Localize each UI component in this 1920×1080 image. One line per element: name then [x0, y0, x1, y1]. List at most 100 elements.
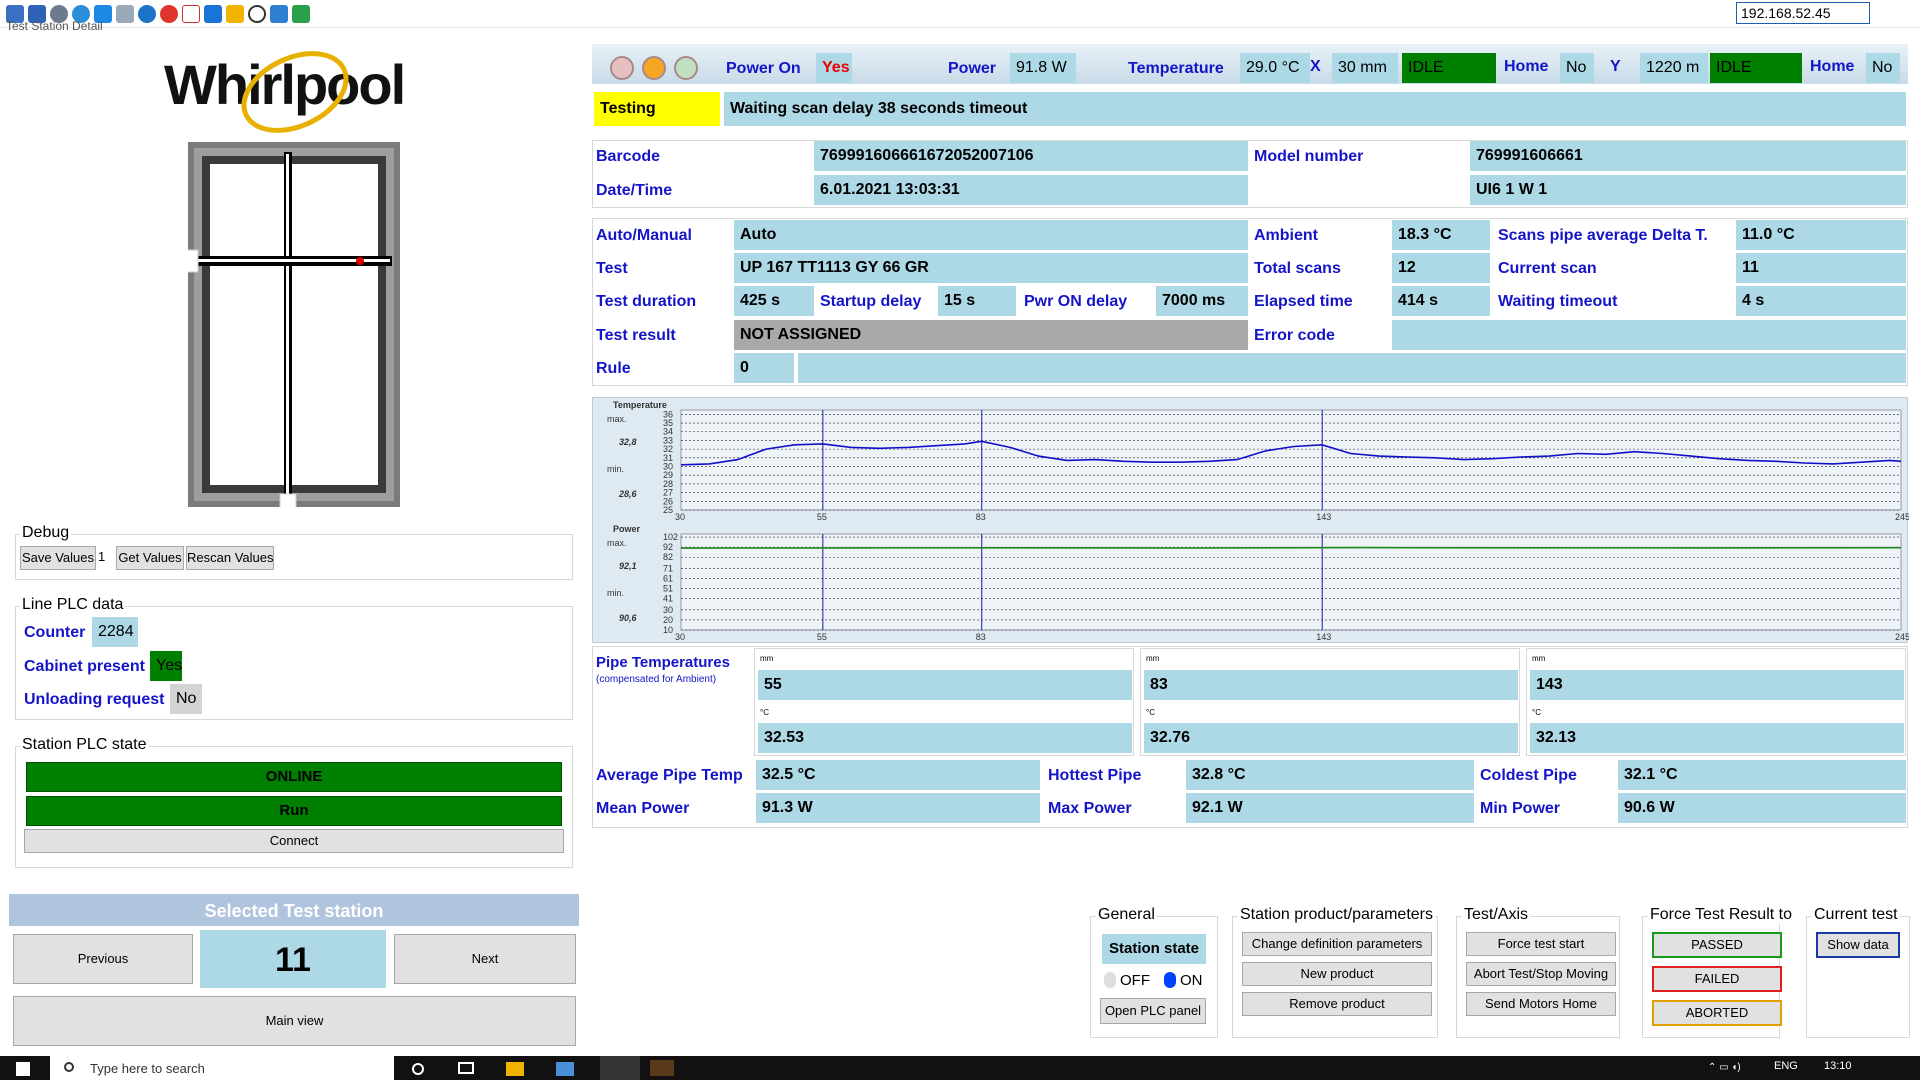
- language-indicator[interactable]: ENG: [1774, 1060, 1798, 1072]
- aborted-button[interactable]: ABORTED: [1652, 1000, 1782, 1026]
- off-radio-icon[interactable]: [1104, 972, 1116, 988]
- on-radio-icon[interactable]: [1164, 972, 1176, 988]
- total-scans-label: Total scans: [1254, 260, 1341, 277]
- passed-button[interactable]: PASSED: [1652, 932, 1782, 958]
- previous-button[interactable]: Previous: [13, 934, 193, 984]
- remove-product-button[interactable]: Remove product: [1242, 992, 1432, 1016]
- y-tick-label: 25: [663, 505, 673, 515]
- test-label: Test: [596, 260, 628, 277]
- crosshair-icon[interactable]: [248, 5, 266, 23]
- whirlpool-app-icon[interactable]: [600, 1056, 640, 1080]
- status-message: Waiting scan delay 38 seconds timeout: [724, 92, 1906, 126]
- counter-label: Counter: [24, 624, 86, 641]
- close-red-icon[interactable]: [160, 5, 178, 23]
- window-icon[interactable]: [116, 5, 134, 23]
- ip-address-input[interactable]: [1736, 2, 1870, 24]
- selected-station-title: Selected Test station: [9, 894, 579, 926]
- y-tick-label: 28: [663, 479, 673, 489]
- show-data-button[interactable]: Show data: [1816, 932, 1900, 958]
- general-title: General: [1096, 906, 1157, 924]
- cortana-icon[interactable]: [412, 1063, 424, 1075]
- pipe-3-temp-value: 32.13: [1530, 723, 1904, 753]
- x-tick-label: 83: [976, 512, 986, 522]
- connect-button[interactable]: Connect: [24, 829, 564, 853]
- x-tick-label: 55: [817, 512, 827, 522]
- min-value: 90,6: [619, 613, 638, 623]
- model-number-label: Model number: [1254, 148, 1364, 165]
- save-values-button[interactable]: Save Values: [20, 546, 96, 570]
- current-scan-label: Current scan: [1498, 260, 1597, 277]
- logo-swoosh: [241, 51, 349, 133]
- testing-badge: Testing: [594, 92, 720, 126]
- window-title: Test Station Detail: [6, 19, 103, 33]
- min-power-label: Min Power: [1480, 800, 1561, 817]
- tray-icons[interactable]: ⌃ ▭ ◖): [1708, 1062, 1741, 1073]
- get-values-button[interactable]: Get Values: [116, 546, 184, 570]
- station-plc-title: Station PLC state: [20, 736, 149, 754]
- total-scans-value: 12: [1392, 253, 1490, 283]
- y-state-value: IDLE: [1710, 53, 1802, 83]
- current-test-title: Current test: [1812, 906, 1900, 924]
- failed-button[interactable]: FAILED: [1652, 966, 1782, 992]
- min-label: min.: [607, 588, 624, 598]
- station-product-title: Station product/parameters: [1238, 906, 1435, 924]
- rescan-values-button[interactable]: Rescan Values: [186, 546, 274, 570]
- power-value: 91.8 W: [1010, 53, 1076, 83]
- start-icon[interactable]: [16, 1062, 30, 1076]
- off-label[interactable]: OFF: [1120, 972, 1150, 989]
- app-icon[interactable]: [650, 1060, 674, 1076]
- y-tick-label: 27: [663, 488, 673, 498]
- delete-doc-icon[interactable]: [182, 5, 200, 23]
- ambient-value: 18.3 °C: [1392, 220, 1490, 250]
- station-number: 11: [200, 930, 386, 988]
- auto-manual-value: Auto: [734, 220, 1248, 250]
- y-tick-label: 26: [663, 496, 673, 506]
- pipe-1-mm-unit: mm: [760, 654, 774, 663]
- y-tick-label: 33: [663, 435, 673, 445]
- y-tick-label: 71: [663, 563, 673, 573]
- pwr-on-delay-value: 7000 ms: [1156, 286, 1248, 316]
- task-view-icon[interactable]: [458, 1062, 474, 1074]
- y-tick-label: 35: [663, 418, 673, 428]
- unloading-request-label: Unloading request: [24, 691, 165, 708]
- debug-value[interactable]: 1: [98, 549, 105, 564]
- pipe-2-temp-value: 32.76: [1144, 723, 1518, 753]
- force-test-start-button[interactable]: Force test start: [1466, 932, 1616, 956]
- charts-panel: Temperature max. 32,8 min. 28,6 25 26 27 28 29 30 3…: [592, 397, 1910, 643]
- x-tick-label: 245: [1895, 512, 1909, 522]
- y-home-value: No: [1866, 53, 1900, 83]
- y-tick-label: 30: [663, 605, 673, 615]
- pipe-1-mm-value: 55: [758, 670, 1132, 700]
- taskbar-search-box[interactable]: Type here to search: [50, 1056, 394, 1080]
- chat-icon[interactable]: [292, 5, 310, 23]
- startup-delay-value: 15 s: [938, 286, 1016, 316]
- abort-test-button[interactable]: Abort Test/Stop Moving: [1466, 962, 1616, 986]
- rule-label: Rule: [596, 360, 631, 377]
- charts-svg: Temperaturemax.32,8min.28,62526272829303…: [607, 400, 1910, 642]
- new-product-button[interactable]: New product: [1242, 962, 1432, 986]
- monitor-icon[interactable]: [204, 5, 222, 23]
- main-view-button[interactable]: Main view: [13, 996, 576, 1046]
- y-tick-label: 102: [663, 532, 678, 542]
- x-tick-label: 30: [675, 632, 685, 642]
- next-button[interactable]: Next: [394, 934, 576, 984]
- datetime-label: Date/Time: [596, 182, 673, 199]
- folder-icon[interactable]: [226, 5, 244, 23]
- on-label[interactable]: ON: [1180, 972, 1203, 989]
- pipe-temperatures-title: Pipe Temperatures: [596, 654, 730, 671]
- file-explorer-icon[interactable]: [506, 1062, 524, 1076]
- open-plc-panel-button[interactable]: Open PLC panel: [1100, 998, 1206, 1024]
- force-result-title: Force Test Result to: [1648, 906, 1794, 924]
- calculator-icon[interactable]: [556, 1062, 574, 1076]
- send-motors-home-button[interactable]: Send Motors Home: [1466, 992, 1616, 1016]
- network-icon[interactable]: [270, 5, 288, 23]
- pipe-2-mm-value: 83: [1144, 670, 1518, 700]
- pipe-2-mm-unit: mm: [1146, 654, 1160, 663]
- max-power-value: 92.1 W: [1186, 793, 1474, 823]
- series-line: [680, 546, 1902, 549]
- max-value: 32,8: [619, 437, 637, 447]
- info-icon[interactable]: [138, 5, 156, 23]
- change-definition-button[interactable]: Change definition parameters: [1242, 932, 1432, 956]
- run-status-bar: Run: [26, 796, 562, 826]
- clock[interactable]: 13:10: [1824, 1060, 1852, 1072]
